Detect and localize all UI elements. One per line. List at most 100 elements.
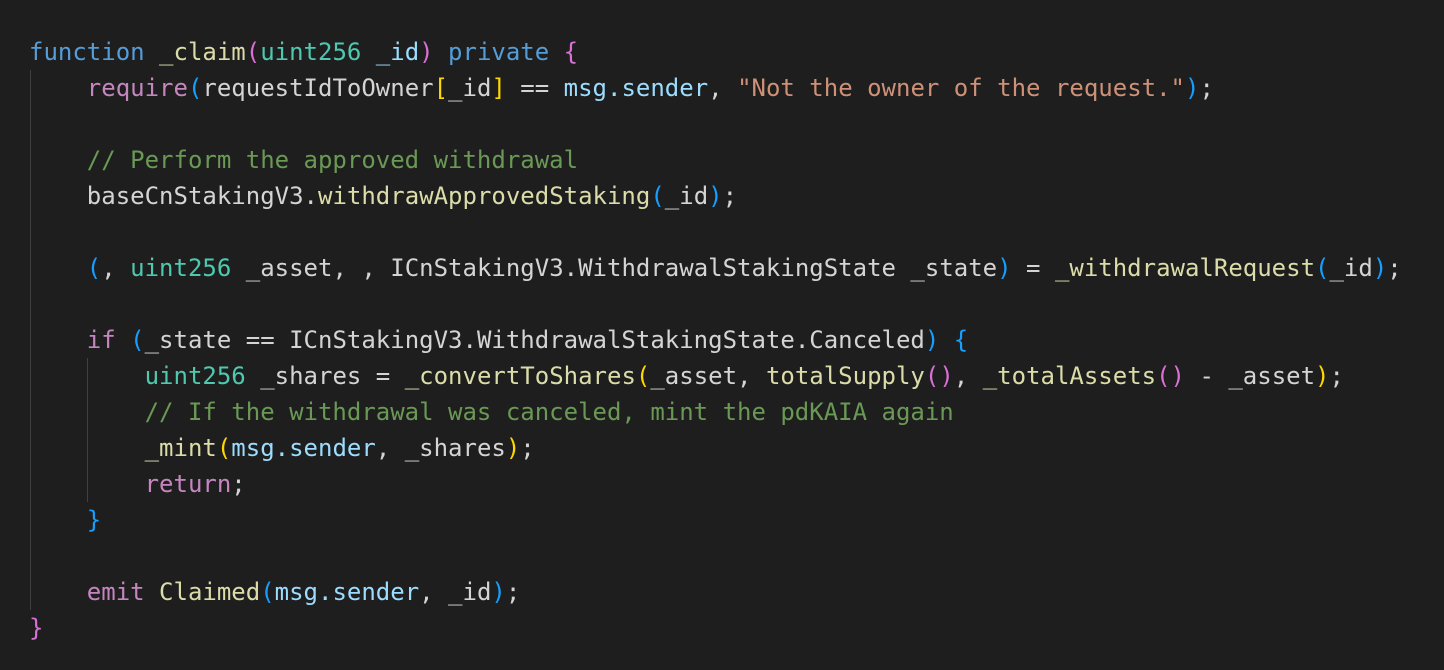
code-token: withdrawApprovedStaking xyxy=(318,182,651,210)
code-token: ) xyxy=(419,38,434,66)
code-token: totalSupply xyxy=(765,362,925,390)
code-token: _id xyxy=(1329,254,1373,282)
code-token: // If the withdrawal was canceled, mint … xyxy=(144,398,954,426)
code-line[interactable]: emit Claimed(msg.sender, _id); xyxy=(29,574,1402,610)
code-token: ) xyxy=(997,254,1012,282)
code-block[interactable]: function _claim(uint256 _id) private { r… xyxy=(29,34,1402,646)
code-token: return xyxy=(144,470,232,498)
code-line[interactable]: uint256 _shares = _convertToShares(_asse… xyxy=(29,358,1402,394)
code-token: [ xyxy=(433,74,449,102)
code-token: ; xyxy=(231,470,246,498)
code-line[interactable]: _mint(msg.sender, _shares); xyxy=(29,430,1402,466)
code-editor[interactable]: function _claim(uint256 _id) private { r… xyxy=(0,0,1444,670)
code-token: _id xyxy=(361,38,420,66)
code-token: if xyxy=(86,326,116,354)
code-token: ( xyxy=(635,362,651,390)
code-token: "Not the owner of the request." xyxy=(737,74,1185,102)
code-token: ) xyxy=(491,578,506,606)
code-token: ; xyxy=(722,182,738,210)
code-token: uint256 xyxy=(144,362,246,390)
code-token: () xyxy=(1156,362,1185,390)
code-line[interactable]: return; xyxy=(29,466,1402,502)
code-token: ; xyxy=(1329,362,1344,390)
code-token: uint256 xyxy=(260,38,362,66)
code-token: ( xyxy=(86,254,102,282)
code-token: _id xyxy=(664,182,709,210)
code-token: } xyxy=(29,614,44,642)
code-token: , xyxy=(953,362,983,390)
code-token: ( xyxy=(245,38,261,66)
code-token: Claimed xyxy=(159,578,261,606)
code-line[interactable] xyxy=(29,538,1402,574)
code-token: - _asset xyxy=(1185,362,1316,390)
code-line[interactable] xyxy=(29,106,1402,142)
code-line[interactable] xyxy=(29,214,1402,250)
code-token: ; xyxy=(1387,254,1402,282)
code-token: // Perform the approved withdrawal xyxy=(86,146,579,174)
code-token: ] xyxy=(491,74,506,102)
code-line[interactable]: require(requestIdToOwner[_id] == msg.sen… xyxy=(29,70,1402,106)
code-token: _convertToShares xyxy=(404,362,636,390)
code-token: _asset, , ICnStakingV3.WithdrawalStaking… xyxy=(231,254,998,282)
code-token: = xyxy=(1011,254,1055,282)
code-token: ) xyxy=(1185,74,1200,102)
code-line[interactable]: } xyxy=(29,610,1402,646)
code-token: require xyxy=(86,74,188,102)
code-token: _totalAssets xyxy=(982,362,1157,390)
code-line[interactable]: function _claim(uint256 _id) private { xyxy=(29,34,1402,70)
code-line[interactable]: // If the withdrawal was canceled, mint … xyxy=(29,394,1402,430)
code-line[interactable]: (, uint256 _asset, , ICnStakingV3.Withdr… xyxy=(29,250,1402,286)
code-line[interactable]: baseCnStakingV3.withdrawApprovedStaking(… xyxy=(29,178,1402,214)
code-token: _shares = xyxy=(245,362,405,390)
code-token: ( xyxy=(1315,254,1330,282)
code-token: uint256 xyxy=(130,254,232,282)
code-token: ( xyxy=(216,434,232,462)
code-line[interactable]: if (_state == ICnStakingV3.WithdrawalSta… xyxy=(29,322,1402,358)
code-token: ( xyxy=(130,326,145,354)
code-token: _state == ICnStakingV3.WithdrawalStaking… xyxy=(144,326,925,354)
code-token: requestIdToOwner xyxy=(202,74,434,102)
code-token: ( xyxy=(187,74,203,102)
code-token: ) xyxy=(505,434,521,462)
code-token: ) xyxy=(708,182,723,210)
code-line[interactable]: // Perform the approved withdrawal xyxy=(29,142,1402,178)
code-token: ; xyxy=(1199,74,1214,102)
code-token: msg.sender xyxy=(231,434,376,462)
code-token: _mint xyxy=(144,434,217,462)
code-token: private xyxy=(433,38,564,66)
code-line[interactable] xyxy=(29,286,1402,322)
code-token: , _shares xyxy=(375,434,506,462)
code-token: } xyxy=(86,506,102,534)
code-token: ; xyxy=(505,578,521,606)
code-token: _withdrawalRequest xyxy=(1054,254,1316,282)
code-line[interactable]: } xyxy=(29,502,1402,538)
code-token: () xyxy=(924,362,954,390)
code-token: ( xyxy=(650,182,665,210)
code-token: ( xyxy=(260,578,275,606)
code-token: emit xyxy=(86,578,145,606)
code-token: function xyxy=(29,38,145,66)
code-token: ) xyxy=(924,326,940,354)
code-token: == xyxy=(505,74,564,102)
code-token: _asset, xyxy=(650,362,766,390)
code-token: { xyxy=(953,326,969,354)
code-token: msg.sender xyxy=(563,74,709,102)
code-token: ) xyxy=(1315,362,1330,390)
code-token: , xyxy=(101,254,131,282)
code-token: . xyxy=(303,182,318,210)
code-token: { xyxy=(563,38,579,66)
code-token: , _id xyxy=(419,578,492,606)
code-token: baseCnStakingV3 xyxy=(86,182,304,210)
code-token: , xyxy=(708,74,738,102)
